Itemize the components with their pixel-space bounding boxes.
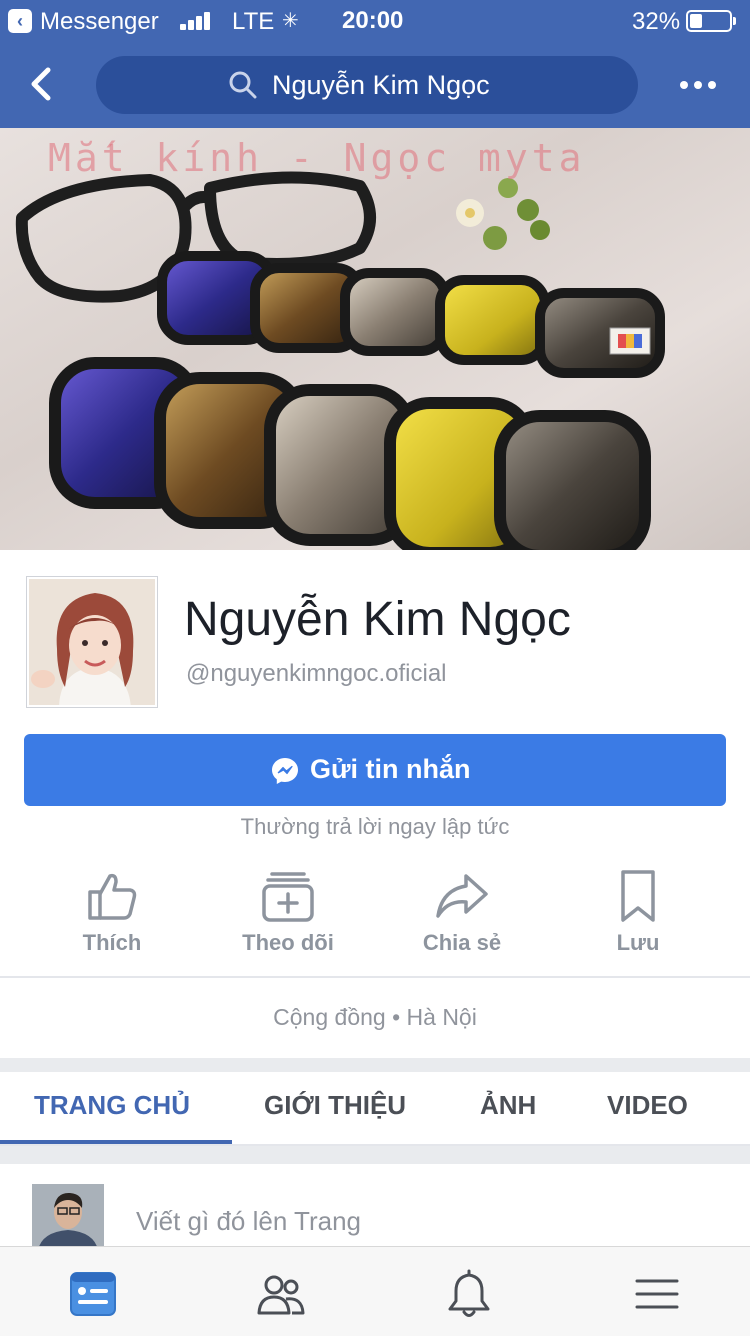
menu-icon (635, 1279, 679, 1309)
thumbs-up-icon (88, 873, 137, 920)
page-category-location: Cộng đồng • Hà Nội (273, 1004, 477, 1030)
page-title: Nguyễn Kim Ngọc (184, 593, 571, 646)
page-username: @nguyenkimngoc.oficial (186, 660, 447, 687)
active-tab-indicator (0, 1140, 232, 1144)
back-to-app-icon[interactable]: ‹ (8, 9, 32, 33)
status-bar: ‹ Messenger LTE ✳ 20:00 32% (0, 0, 750, 42)
composer-placeholder: Viết gì đó lên Trang (136, 1206, 362, 1236)
tab-friends[interactable] (256, 1269, 306, 1319)
more-dots-icon (680, 81, 716, 89)
battery-fill (690, 14, 702, 28)
user-avatar (32, 1184, 104, 1250)
tab-videos[interactable]: VIDEO (607, 1090, 688, 1121)
bottom-tab-bar (0, 1246, 750, 1336)
back-button[interactable] (24, 60, 64, 108)
chevron-left-icon (31, 67, 51, 101)
section-separator (0, 1058, 750, 1072)
profile-avatar[interactable] (27, 577, 157, 707)
follow-label: Theo dõi (242, 930, 334, 955)
profile-photo (29, 579, 155, 705)
friends-icon (257, 1275, 305, 1315)
activity-spinner-icon: ✳ (282, 10, 299, 32)
tab-notifications[interactable] (444, 1269, 494, 1319)
follow-button[interactable]: Theo dõi (218, 868, 358, 958)
save-label: Lưu (616, 930, 660, 955)
tab-menu[interactable] (632, 1269, 682, 1319)
save-button[interactable]: Lưu (568, 868, 708, 958)
page-tabs: TRANG CHỦ GIỚI THIỆU ẢNH VIDEO (0, 1072, 750, 1146)
cover-photo[interactable]: Mắt kính - Ngọc myta (0, 128, 750, 550)
tab-photos[interactable]: ẢNH (480, 1090, 536, 1121)
signal-strength-icon (180, 12, 214, 30)
share-button[interactable]: Chia sẻ (392, 868, 532, 958)
news-feed-icon (70, 1272, 116, 1316)
section-separator (0, 1146, 750, 1164)
search-icon (229, 71, 257, 99)
share-icon (436, 874, 488, 918)
like-label: Thích (82, 930, 142, 955)
battery-icon (686, 10, 736, 32)
cover-glasses-image (15, 171, 665, 550)
back-to-app-label[interactable]: Messenger (40, 8, 159, 36)
flower-decoration (456, 178, 550, 250)
send-message-button[interactable]: Gửi tin nhắn (24, 734, 726, 806)
more-options-button[interactable] (678, 70, 718, 100)
send-message-label: Gửi tin nhắn (310, 754, 471, 784)
divider (0, 976, 750, 978)
battery-percent: 32% (632, 8, 681, 35)
nav-bar: Nguyễn Kim Ngọc (0, 42, 750, 128)
cover-watermark: Mắt kính - Ngọc myta (48, 136, 586, 180)
messenger-icon (272, 758, 298, 784)
notifications-icon (448, 1269, 490, 1317)
response-time-note: Thường trả lời ngay lập tức (240, 814, 510, 839)
like-button[interactable]: Thích (42, 868, 182, 958)
tab-news-feed[interactable] (68, 1269, 118, 1319)
network-type: LTE (232, 8, 275, 35)
share-label: Chia sẻ (422, 930, 502, 955)
clock: 20:00 (342, 7, 404, 34)
bookmark-icon (621, 870, 655, 922)
post-composer[interactable]: Viết gì đó lên Trang (0, 1164, 750, 1254)
search-bar[interactable]: Nguyễn Kim Ngọc (96, 56, 638, 114)
follow-icon (262, 872, 314, 922)
tab-about[interactable]: GIỚI THIỆU (264, 1090, 406, 1121)
user-photo (32, 1184, 104, 1250)
tab-home[interactable]: TRANG CHỦ (34, 1090, 190, 1121)
search-query: Nguyễn Kim Ngọc (272, 70, 490, 100)
